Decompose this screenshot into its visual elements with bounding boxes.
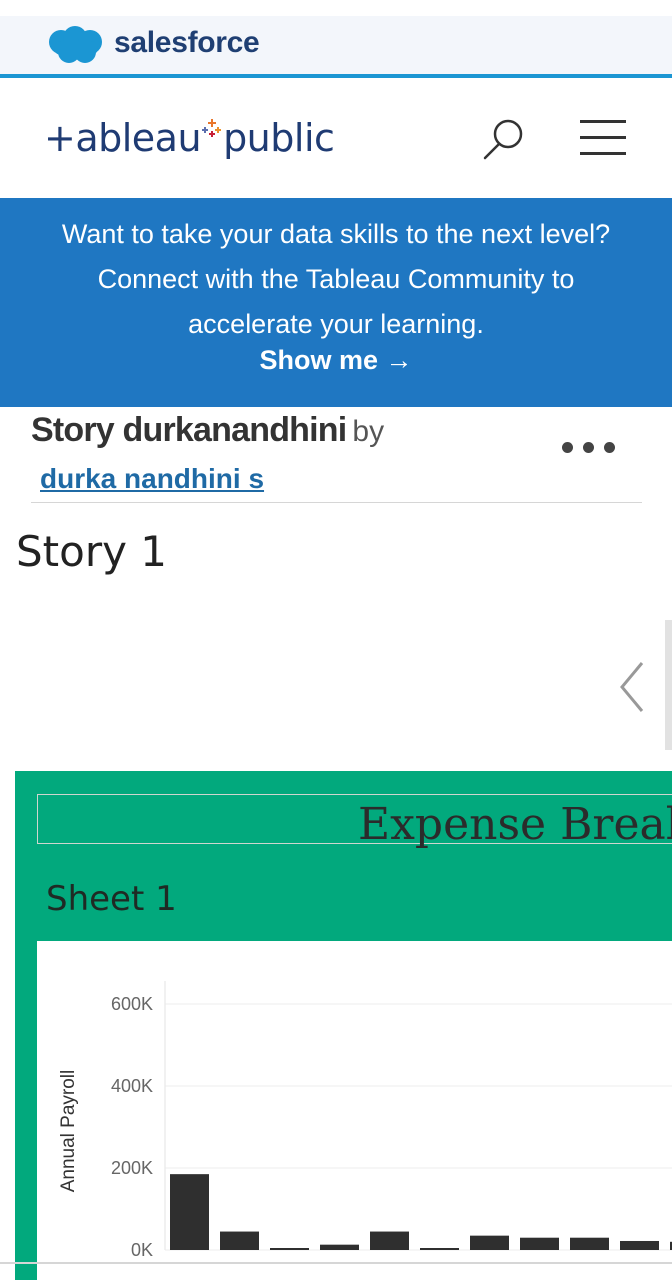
bar <box>220 1231 259 1250</box>
status-strip <box>0 0 672 16</box>
search-icon[interactable] <box>480 116 528 164</box>
y-tick-label: 600K <box>111 994 153 1014</box>
y-tick-label: 200K <box>111 1158 153 1178</box>
salesforce-bar: salesforce <box>0 16 672 78</box>
site-header: +ableau public <box>0 78 672 198</box>
salesforce-cloud-icon <box>49 26 102 63</box>
bottom-divider <box>0 1262 672 1264</box>
promo-banner: Want to take your data skills to the nex… <box>0 198 672 407</box>
tableau-public-logo[interactable]: +ableau public <box>44 116 335 160</box>
y-tick-label: 0K <box>131 1240 153 1260</box>
promo-text: Want to take your data skills to the nex… <box>61 219 611 339</box>
story-title: Story durkanandhini by <box>31 411 384 450</box>
divider <box>31 502 642 503</box>
y-axis-label: Annual Payroll <box>58 1070 79 1193</box>
dashboard-title: Expense Break <box>358 799 672 850</box>
logo-right-text: public <box>223 116 335 160</box>
salesforce-brand: salesforce <box>114 26 260 59</box>
show-me-link[interactable]: Show me → <box>0 345 672 376</box>
bar <box>270 1248 309 1250</box>
dashboard-panel: Expense Break Sheet 1 0K 200K 400K 600K Annu… <box>15 771 672 1280</box>
bar <box>470 1235 509 1250</box>
bar <box>170 1174 209 1250</box>
bar-chart: 0K 200K 400K 600K Annual Payroll <box>58 981 672 1260</box>
bar <box>570 1237 609 1250</box>
bar <box>520 1237 559 1250</box>
story-scroll-edge <box>665 620 672 750</box>
bar <box>420 1248 459 1250</box>
bar <box>370 1231 409 1250</box>
bar <box>320 1244 359 1250</box>
tableau-cross-icon <box>202 119 222 137</box>
story-name: Story 1 <box>16 527 168 576</box>
sheet-label: Sheet 1 <box>46 879 177 919</box>
author-link[interactable]: durka nandhini s <box>40 463 264 495</box>
story-title-text: Story durkanandhini <box>31 411 347 449</box>
chevron-left-icon[interactable] <box>612 655 652 719</box>
hamburger-menu-icon[interactable] <box>580 120 628 160</box>
chart-area: 0K 200K 400K 600K Annual Payroll <box>37 941 672 1280</box>
dashboard-title-box: Expense Break <box>37 794 672 850</box>
more-options-icon[interactable] <box>562 440 626 464</box>
story-by-label: by <box>352 415 385 448</box>
logo-left-text: +ableau <box>44 116 202 160</box>
y-tick-label: 400K <box>111 1076 153 1096</box>
bar <box>620 1240 659 1250</box>
